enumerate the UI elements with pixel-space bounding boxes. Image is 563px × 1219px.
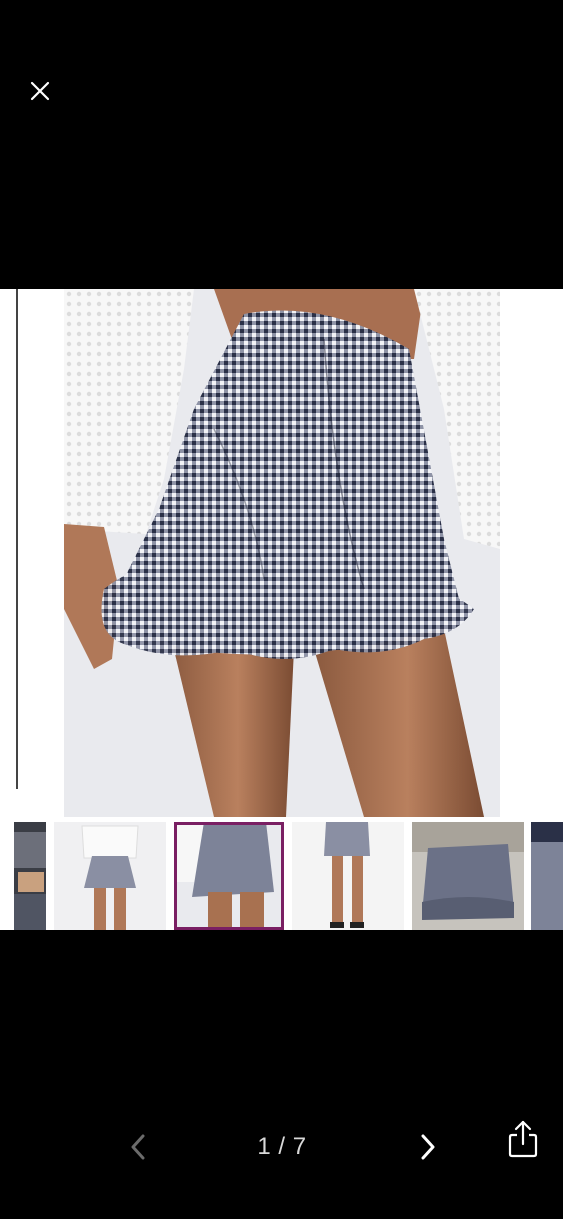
thumbnail-3[interactable] [292, 822, 404, 930]
thumbnail-strip[interactable] [0, 817, 563, 930]
close-button[interactable] [22, 73, 58, 109]
product-photo [64, 289, 500, 817]
thumbnail-partial-left[interactable] [14, 822, 46, 930]
previous-image-edge [16, 289, 18, 789]
thumbnail-1[interactable] [54, 822, 166, 930]
close-icon [30, 81, 50, 101]
bottom-navigation-bar: 1 / 7 [0, 1100, 563, 1190]
main-product-image[interactable] [0, 289, 563, 817]
previous-button[interactable] [122, 1130, 156, 1164]
share-button[interactable] [504, 1118, 542, 1160]
thumbnail-partial-right[interactable] [531, 822, 563, 930]
thumbnail-2[interactable] [174, 822, 284, 930]
next-button[interactable] [410, 1130, 444, 1164]
image-counter: 1 / 7 [257, 1133, 307, 1160]
share-icon [508, 1120, 538, 1158]
chevron-right-icon [421, 1134, 435, 1160]
chevron-left-icon [131, 1134, 145, 1160]
thumbnail-4[interactable] [412, 822, 524, 930]
